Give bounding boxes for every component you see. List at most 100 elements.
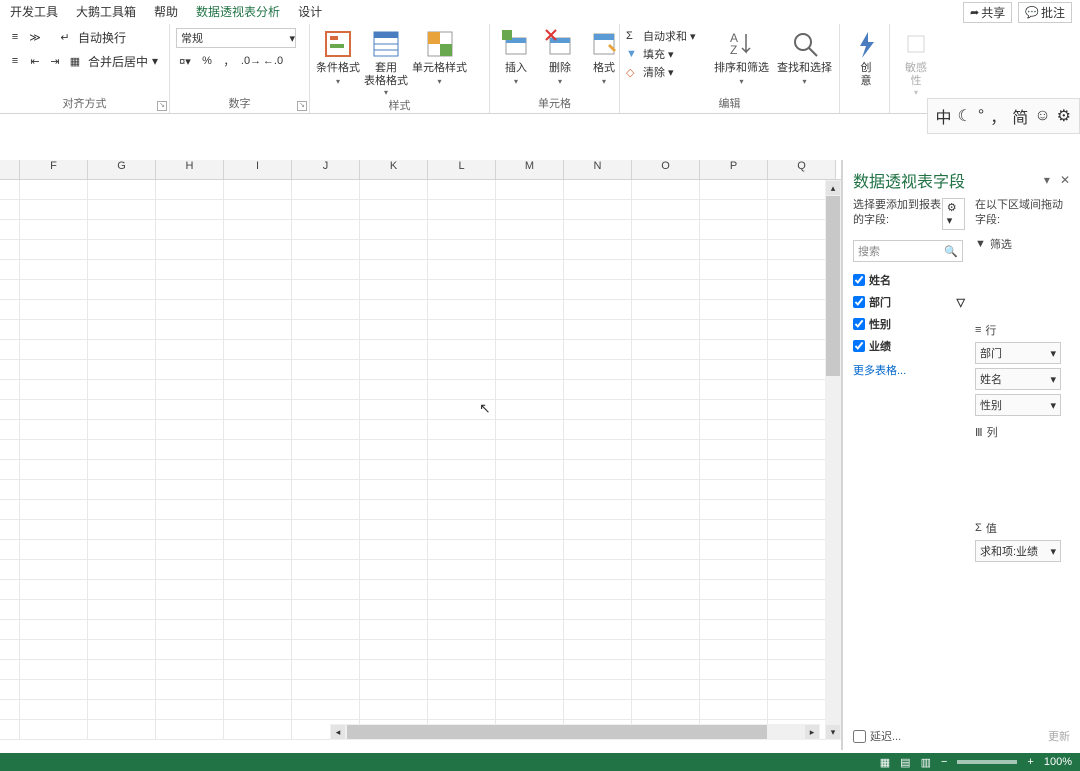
insert-button[interactable]: 插入▾ (496, 28, 536, 95)
grid-row[interactable] (0, 640, 841, 660)
grid-row[interactable] (0, 700, 841, 720)
align-top-icon[interactable]: ≡ (6, 28, 24, 46)
grid-row[interactable] (0, 280, 841, 300)
grid-row[interactable] (0, 600, 841, 620)
zoom-out-icon[interactable]: − (941, 756, 947, 768)
view-normal-icon[interactable]: ▦ (880, 756, 890, 769)
scroll-thumb[interactable] (826, 196, 840, 376)
column-header[interactable]: H (156, 160, 224, 179)
decrease-decimal-icon[interactable]: ←.0 (264, 52, 282, 70)
grid-row[interactable] (0, 440, 841, 460)
wrap-text-icon[interactable]: ↵ (56, 28, 74, 46)
ime-item[interactable]: 中 (936, 104, 952, 128)
indent-increase-icon[interactable]: ⇤ (26, 52, 44, 70)
grid-row[interactable] (0, 320, 841, 340)
column-header[interactable]: L (428, 160, 496, 179)
menu-item[interactable]: 开发工具 (10, 3, 58, 20)
dialog-launcher-icon[interactable]: ↘ (297, 101, 307, 111)
column-header[interactable]: P (700, 160, 768, 179)
align-left-icon[interactable]: ≡ (6, 52, 24, 70)
row-field[interactable]: 性别▾ (975, 394, 1061, 416)
view-page-icon[interactable]: ▤ (900, 756, 910, 769)
currency-icon[interactable]: ¤▾ (176, 52, 194, 70)
menu-item[interactable]: 设计 (298, 3, 322, 20)
zoom-in-icon[interactable]: + (1027, 756, 1033, 768)
ime-item[interactable]: ☾ (958, 106, 972, 126)
vertical-scrollbar[interactable]: ▴ ▾ (825, 180, 841, 740)
find-select-button[interactable]: 查找和选择▾ (777, 28, 832, 88)
indent-icon[interactable]: ⇥ (46, 52, 64, 70)
grid-row[interactable] (0, 420, 841, 440)
delete-button[interactable]: 删除▾ (540, 28, 580, 95)
grid-row[interactable] (0, 460, 841, 480)
column-header[interactable]: O (632, 160, 700, 179)
grid-row[interactable] (0, 500, 841, 520)
merge-icon[interactable]: ▦ (66, 52, 84, 70)
grid-row[interactable] (0, 680, 841, 700)
menu-item[interactable]: 大鹅工具箱 (76, 3, 136, 20)
comma-icon[interactable]: ， (220, 52, 238, 70)
grid-row[interactable] (0, 540, 841, 560)
ime-item[interactable]: ， (990, 104, 1006, 128)
horizontal-scrollbar[interactable]: ◂ ▸ (330, 724, 820, 740)
share-button[interactable]: ➦ 共享 (963, 2, 1012, 23)
grid-row[interactable] (0, 400, 841, 420)
view-break-icon[interactable]: ▥ (921, 756, 931, 769)
dialog-launcher-icon[interactable]: ↘ (157, 101, 167, 111)
grid-row[interactable] (0, 260, 841, 280)
more-tables-link[interactable]: 更多表格... (853, 362, 965, 378)
percent-icon[interactable]: % (198, 52, 216, 70)
grid-row[interactable] (0, 300, 841, 320)
grid-row[interactable] (0, 240, 841, 260)
number-format-select[interactable]: 常规▾ (176, 28, 296, 48)
column-header[interactable]: I (224, 160, 292, 179)
grid-rows[interactable] (0, 180, 841, 740)
table-format-button[interactable]: 套用 表格格式▾ (364, 28, 408, 97)
autosum-button[interactable]: Σ自动求和 ▾ (626, 28, 706, 44)
column-header[interactable]: N (564, 160, 632, 179)
grid-row[interactable] (0, 380, 841, 400)
value-field[interactable]: 求和项:业绩▾ (975, 540, 1061, 562)
column-header[interactable]: Q (768, 160, 836, 179)
grid-row[interactable] (0, 620, 841, 640)
zoom-slider[interactable] (957, 760, 1017, 764)
grid-row[interactable] (0, 180, 841, 200)
column-header[interactable]: K (360, 160, 428, 179)
column-header[interactable]: G (88, 160, 156, 179)
scroll-down-icon[interactable]: ▾ (826, 725, 840, 739)
grid-row[interactable] (0, 220, 841, 240)
row-field[interactable]: 姓名▾ (975, 368, 1061, 390)
field-item[interactable]: 部门▽ (853, 294, 965, 310)
wrap-text-label[interactable]: 自动换行 (78, 29, 126, 46)
grid-row[interactable] (0, 660, 841, 680)
grid-row[interactable] (0, 560, 841, 580)
defer-checkbox[interactable]: 延迟... (853, 728, 901, 744)
grid-row[interactable] (0, 520, 841, 540)
sort-filter-button[interactable]: AZ 排序和筛选▾ (714, 28, 769, 88)
zoom-level[interactable]: 100% (1044, 756, 1072, 768)
ime-item[interactable]: ☺ (1034, 107, 1050, 125)
grid-row[interactable] (0, 580, 841, 600)
clear-button[interactable]: ◇清除 ▾ (626, 64, 706, 80)
scroll-left-icon[interactable]: ◂ (331, 725, 345, 739)
spreadsheet-grid[interactable]: FGHIJKLMNOPQ ▴ ▾ ◂ ▸ (0, 160, 842, 750)
search-input[interactable]: 搜索🔍 (853, 240, 963, 262)
column-header[interactable]: F (20, 160, 88, 179)
close-icon[interactable]: ✕ (1060, 173, 1070, 187)
field-item[interactable]: 业绩 (853, 338, 965, 354)
grid-row[interactable] (0, 340, 841, 360)
conditional-format-button[interactable]: 条件格式▾ (316, 28, 360, 97)
cell-styles-button[interactable]: 单元格样式▾ (412, 28, 467, 97)
panel-settings-button[interactable]: ⚙ ▾ (942, 198, 965, 230)
merge-label[interactable]: 合并后居中 (88, 53, 148, 70)
comment-button[interactable]: 💬 批注 (1018, 2, 1072, 23)
field-item[interactable]: 姓名 (853, 272, 965, 288)
scroll-thumb[interactable] (347, 725, 767, 739)
column-header[interactable]: J (292, 160, 360, 179)
fill-button[interactable]: ▼填充 ▾ (626, 46, 706, 62)
panel-menu-icon[interactable]: ▾ (1044, 173, 1050, 187)
ime-item[interactable]: ° (978, 107, 984, 125)
ime-item[interactable]: ⚙ (1057, 106, 1071, 126)
menu-item-active[interactable]: 数据透视表分析 (196, 3, 280, 20)
scroll-up-icon[interactable]: ▴ (826, 181, 840, 195)
